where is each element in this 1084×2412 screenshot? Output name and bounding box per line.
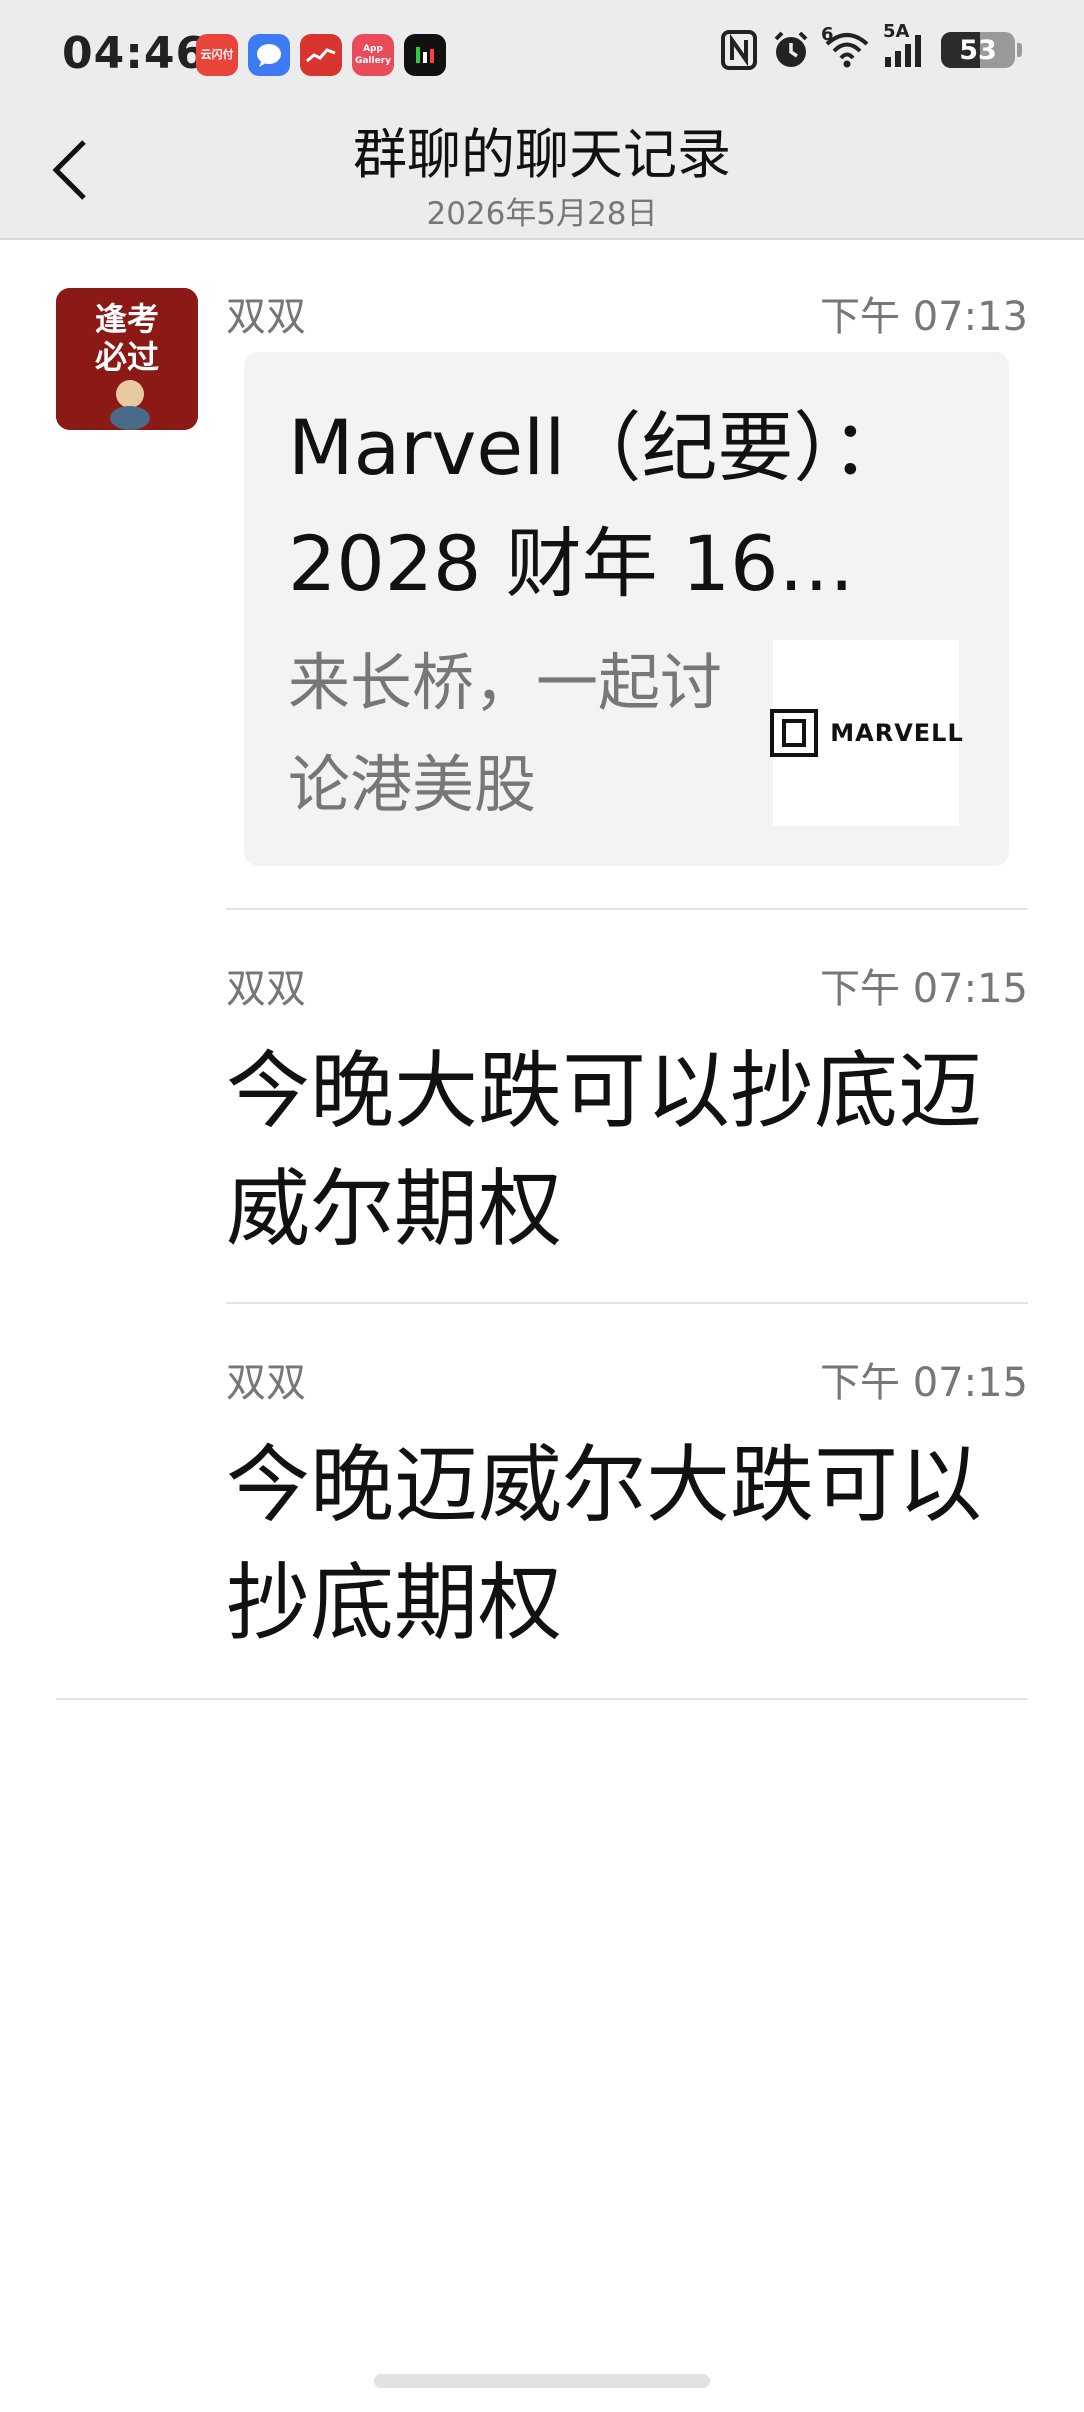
cloud-pay-app-icon: 云闪付: [196, 34, 238, 76]
message-item: 双双 下午 07:15 今晚迈威尔大跌可以抄底期权: [226, 1350, 1028, 1662]
avatar[interactable]: 逢考 必过: [56, 288, 198, 430]
divider: [226, 1302, 1028, 1304]
app-gallery-icon: App Gallery: [352, 34, 394, 76]
marvell-logo-icon: [770, 709, 819, 757]
marvell-logo: MARVELL: [768, 707, 964, 759]
message-text: 今晚大跌可以抄底迈威尔期权: [226, 1042, 983, 1258]
sender-name: 双双: [226, 294, 306, 340]
card-title: Marvell（纪要）：2028 财年 16…: [288, 403, 908, 608]
card-thumbnail: MARVELL: [770, 640, 963, 826]
message-header: 双双 下午 07:15: [226, 1350, 1028, 1406]
wifi-icon: 6: [821, 24, 869, 68]
battery-indicator: 53: [941, 32, 1015, 68]
marvell-logo-text: MARVELL: [830, 719, 964, 747]
messages-app-icon: [248, 34, 290, 76]
nfc-icon: [721, 30, 757, 70]
page-subtitle: 2026年5月28日: [426, 196, 658, 232]
battery-icon: 53: [941, 32, 1015, 68]
message-time: 下午 07:15: [820, 966, 1028, 1012]
system-status-icons: 6 5A 53: [721, 21, 1022, 70]
stock-chart-app-icon: [404, 34, 446, 76]
alarm-icon: [771, 30, 811, 70]
card-description: 来长桥，一起讨论港美股: [288, 646, 723, 821]
status-time: 04:46: [62, 28, 208, 79]
app-gallery-icon-label: App Gallery: [354, 44, 392, 66]
battery-tip: [1017, 43, 1022, 57]
message-item: 双双 下午 07:15 今晚大跌可以抄底迈威尔期权: [226, 956, 1028, 1268]
stock-app-icon: [300, 34, 342, 76]
wifi-label: 6: [821, 24, 834, 45]
message-time: 下午 07:13: [820, 294, 1028, 340]
chat-history-screen: 04:46 云闪付 App Gallery 6 5A 53 群聊的聊天记录 20…: [0, 0, 1084, 2412]
home-indicator[interactable]: [374, 2374, 710, 2388]
message-text: 今晚迈威尔大跌可以抄底期权: [226, 1436, 983, 1652]
page-title: 群聊的聊天记录: [353, 123, 731, 186]
avatar-text-2: 必过: [95, 338, 159, 376]
message-item: 双双 下午 07:13: [226, 284, 1028, 340]
avatar-text-1: 逢考: [95, 300, 159, 338]
battery-level: 53: [959, 34, 997, 66]
sender-name: 双双: [226, 1360, 306, 1406]
message-header: 双双 下午 07:15: [226, 956, 1028, 1012]
sender-name: 双双: [226, 966, 306, 1012]
divider: [56, 1698, 1028, 1700]
notification-icons: 云闪付 App Gallery: [196, 34, 446, 76]
network-label: 5A: [883, 21, 910, 42]
top-bar: 04:46 云闪付 App Gallery 6 5A 53 群聊的聊天记录 20…: [0, 0, 1084, 240]
cloud-pay-app-icon-label: 云闪付: [200, 48, 234, 61]
message-time: 下午 07:15: [820, 1360, 1028, 1406]
message-header: 双双 下午 07:13: [226, 284, 1028, 340]
cellular-signal-icon: 5A: [883, 21, 927, 69]
divider: [226, 908, 1028, 910]
link-card[interactable]: Marvell（纪要）：2028 财年 16… 来长桥，一起讨论港美股 MARV…: [244, 352, 1009, 866]
